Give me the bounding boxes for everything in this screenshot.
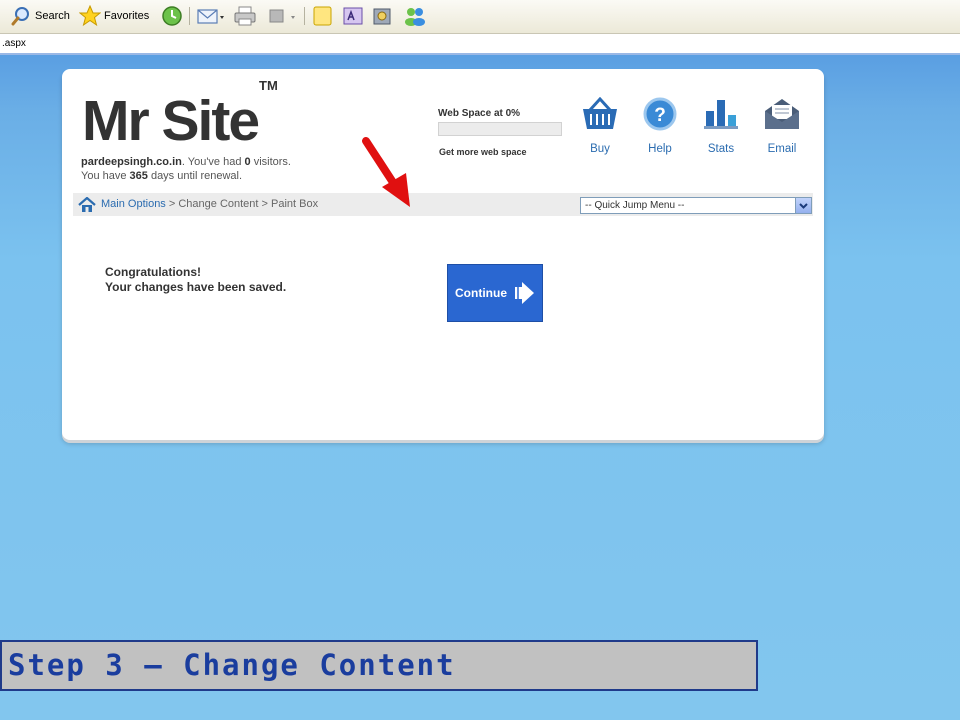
breadcrumb-paint-box: Paint Box [271,198,319,210]
help-icon: ? [643,97,677,131]
email-label: Email [767,143,797,155]
address-url[interactable]: .aspx [0,38,26,49]
get-more-webspace-link[interactable]: Get more web space [439,147,527,157]
quick-jump-menu[interactable]: -- Quick Jump Menu -- [580,197,812,214]
buy-button[interactable]: Buy [576,97,624,155]
mail-icon [197,9,224,24]
history-icon [162,6,182,26]
quick-jump-selected: -- Quick Jump Menu -- [585,200,685,211]
favorites-toolbar-button[interactable]: Favorites [79,4,149,28]
browser-toolbar: Search Favorites [0,0,960,34]
webspace-label: Web Space at 0% [438,108,521,119]
note-icon [313,6,332,26]
site-info: pardeepsingh.co.in. You've had 0 visitor… [81,155,291,183]
mr-site-logo: Mr SiteTM [82,79,278,150]
congrats-detail: Your changes have been saved. [105,280,287,294]
search-label: Search [35,10,70,22]
continue-button[interactable]: Continue [447,264,543,322]
stats-icon [704,100,738,129]
breadcrumb: Main Options > Change Content > Paint Bo… [101,198,319,210]
contacts-toolbar-button[interactable] [402,4,428,28]
contacts-icon [405,8,425,26]
search-icon [11,7,29,26]
logo-text: Mr Site [82,89,260,153]
media-toolbar-button[interactable] [371,4,397,28]
notes-toolbar-button[interactable] [311,4,335,28]
media-icon [373,8,391,25]
star-icon [79,5,101,27]
help-label: Help [648,143,672,155]
breadcrumb-main-options[interactable]: Main Options [101,198,166,210]
congrats-heading: Congratulations! [105,265,201,279]
research-icon [343,7,363,25]
email-button[interactable]: Email [758,97,806,155]
svg-text:?: ? [654,105,666,126]
breadcrumb-bar: Main Options > Change Content > Paint Bo… [73,193,813,216]
edit-icon [269,9,295,23]
chevron-down-icon[interactable] [795,198,811,213]
favorites-label: Favorites [104,10,150,22]
print-toolbar-button[interactable] [233,4,257,28]
envelope-icon [765,99,799,129]
mail-toolbar-button[interactable] [196,4,226,28]
renewal-days: 365 [129,170,148,182]
buy-label: Buy [590,143,610,155]
visitor-line: pardeepsingh.co.in. You've had 0 visitor… [81,156,291,168]
search-toolbar-button[interactable]: Search [10,4,70,28]
logo-trademark: TM [259,78,278,93]
stats-label: Stats [707,143,735,155]
arrow-right-icon [515,282,534,304]
address-bar[interactable]: .aspx [0,34,960,55]
help-button[interactable]: ? Help [636,97,684,155]
breadcrumb-change-content[interactable]: Change Content [178,198,258,210]
home-icon[interactable] [78,197,96,212]
edit-toolbar-button[interactable] [267,4,297,28]
printer-icon [234,6,256,26]
step-caption: Step 3 – Change Content [0,640,758,691]
basket-icon [583,97,617,129]
messenger-toolbar-button[interactable] [341,4,367,28]
save-confirmation-message: Congratulations! Your changes have been … [105,265,286,295]
history-toolbar-button[interactable] [161,4,183,28]
red-arrow-annotation [362,137,410,207]
renewal-line: You have 365 days until renewal. [81,170,243,182]
main-panel: Mr SiteTM pardeepsingh.co.in. You've had… [62,69,824,440]
continue-label: Continue [455,286,507,300]
webspace-progress-bar [438,122,562,136]
stats-button[interactable]: Stats [697,97,745,155]
site-domain: pardeepsingh.co.in [81,156,182,168]
